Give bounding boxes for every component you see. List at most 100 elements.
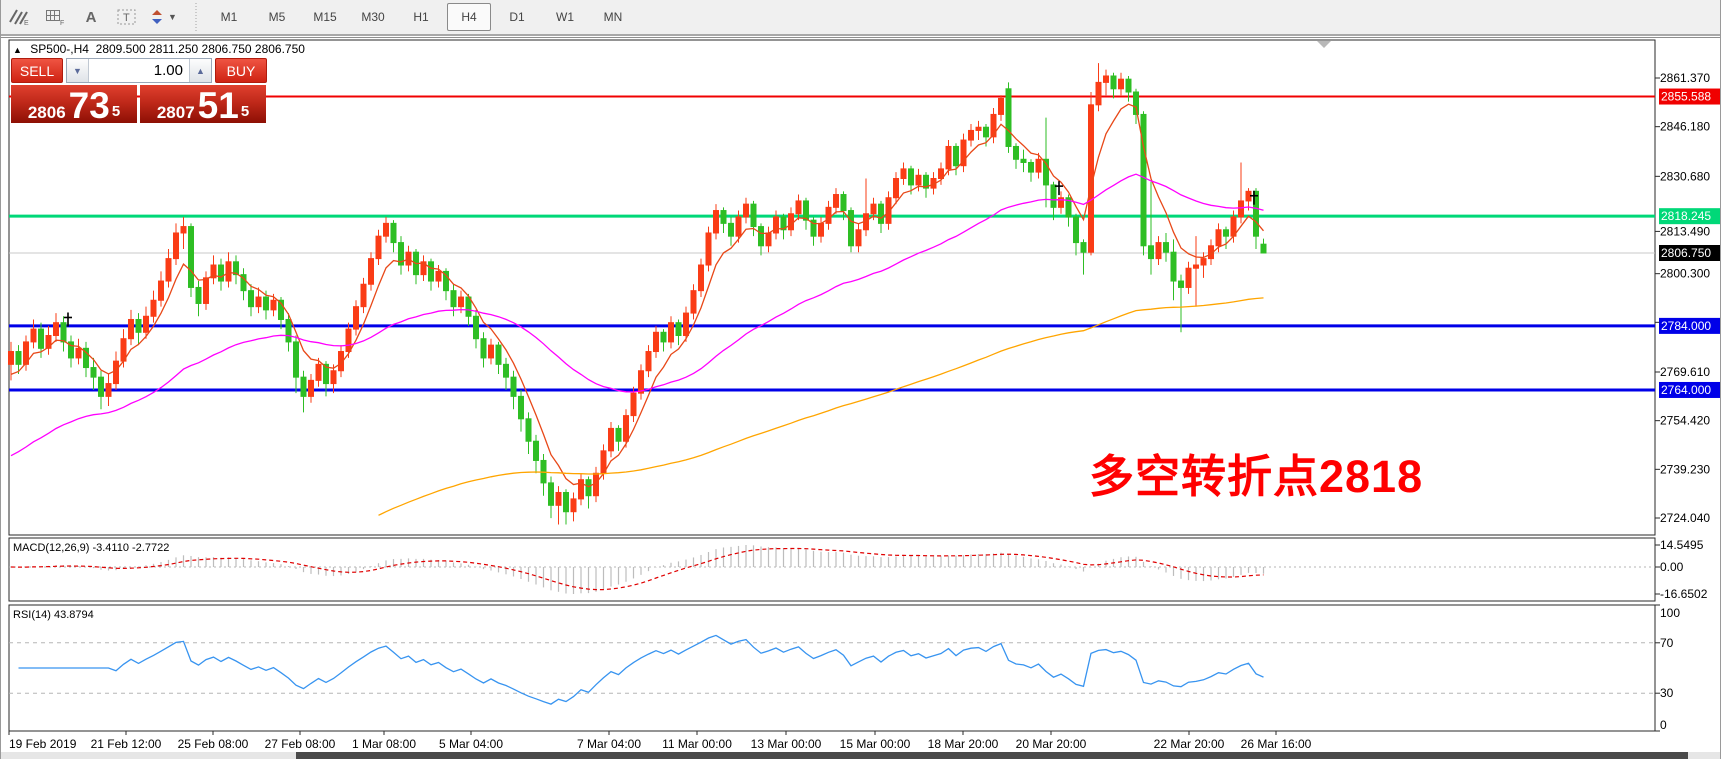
candle	[474, 316, 479, 338]
svg-text:2764.000: 2764.000	[1661, 383, 1711, 397]
candle	[661, 332, 666, 342]
candle	[526, 419, 531, 441]
svg-text:2846.180: 2846.180	[1660, 120, 1710, 134]
volume-decrease-button[interactable]: ▼	[67, 59, 89, 82]
svg-text:2813.490: 2813.490	[1660, 224, 1710, 238]
svg-text:20 Mar 20:00: 20 Mar 20:00	[1016, 737, 1087, 751]
candle	[534, 441, 539, 460]
candle	[969, 130, 974, 140]
candle	[1126, 79, 1131, 92]
candle	[136, 319, 141, 332]
candle	[1021, 159, 1026, 162]
sell-button[interactable]: SELL	[11, 58, 63, 83]
candle	[91, 368, 96, 378]
candle	[354, 307, 359, 329]
pane-frames	[1, 38, 1721, 732]
candle	[819, 223, 824, 236]
svg-text:2784.000: 2784.000	[1661, 319, 1711, 333]
candle	[774, 217, 779, 233]
volume-input[interactable]	[89, 59, 189, 82]
buy-price-display[interactable]: 2807 51 5	[140, 85, 266, 123]
candle	[571, 499, 576, 512]
candle	[946, 146, 951, 168]
chart-title: ▲ SP500-,H4 2809.500 2811.250 2806.750 2…	[13, 42, 305, 56]
svg-text:11 Mar 00:00: 11 Mar 00:00	[662, 737, 732, 751]
horizontal-lines	[9, 97, 1655, 390]
collapse-triangle-icon[interactable]: ▲	[13, 45, 22, 55]
candle	[714, 211, 719, 233]
candle	[759, 227, 764, 246]
candle	[624, 416, 629, 442]
macd-indicator: MACD(12,26,9) -3.4110 -2.7722	[9, 542, 1655, 594]
candle	[54, 323, 59, 336]
candle	[196, 287, 201, 303]
candle	[796, 201, 801, 214]
candle	[369, 259, 374, 285]
sell-price-small: 2806	[28, 104, 66, 121]
candle	[76, 348, 81, 358]
candle	[841, 195, 846, 211]
candle	[1006, 89, 1011, 147]
svg-text:5 Mar 04:00: 5 Mar 04:00	[439, 737, 503, 751]
svg-text:2806.750: 2806.750	[1661, 246, 1711, 260]
chart-shift-marker-icon	[1317, 41, 1331, 48]
candle	[99, 377, 104, 396]
svg-text:22 Mar 20:00: 22 Mar 20:00	[1154, 737, 1225, 751]
buy-price-big: 51	[198, 91, 239, 121]
svg-text:13 Mar 00:00: 13 Mar 00:00	[751, 737, 822, 751]
svg-text:0: 0	[1660, 718, 1667, 732]
svg-text:15 Mar 00:00: 15 Mar 00:00	[840, 737, 911, 751]
candle	[316, 364, 321, 380]
candle	[1164, 243, 1169, 253]
sell-price-sup: 5	[112, 103, 120, 120]
h-scrollbar-thumb[interactable]	[296, 752, 1688, 759]
buy-button[interactable]: BUY	[215, 58, 267, 83]
svg-text:18 Mar 20:00: 18 Mar 20:00	[928, 737, 999, 751]
sell-price-display[interactable]: 2806 73 5	[11, 85, 137, 123]
svg-text:-16.6502: -16.6502	[1660, 587, 1708, 601]
candle	[519, 396, 524, 418]
candle	[1156, 243, 1161, 259]
candle	[1029, 162, 1034, 172]
candle	[1179, 281, 1184, 287]
candle	[856, 230, 861, 246]
candle	[144, 316, 149, 332]
buy-price-sup: 5	[241, 103, 249, 120]
svg-text:2724.040: 2724.040	[1660, 511, 1710, 525]
candle	[556, 492, 561, 505]
candle	[436, 271, 441, 281]
candle	[309, 380, 314, 396]
candle	[1186, 268, 1191, 287]
volume-increase-button[interactable]: ▲	[189, 59, 211, 82]
buy-price-small: 2807	[157, 104, 195, 121]
candle	[549, 483, 554, 505]
candle	[1224, 230, 1229, 236]
svg-text:25 Feb 08:00: 25 Feb 08:00	[178, 737, 249, 751]
candle	[1111, 76, 1116, 89]
svg-text:2739.230: 2739.230	[1660, 462, 1710, 476]
svg-text:7 Mar 04:00: 7 Mar 04:00	[577, 737, 641, 751]
candle	[219, 265, 224, 281]
candle	[1149, 246, 1154, 259]
candle	[564, 492, 569, 511]
svg-text:2855.588: 2855.588	[1661, 90, 1711, 104]
candle	[826, 207, 831, 223]
candle	[729, 223, 734, 236]
candle	[181, 227, 186, 233]
candle	[1014, 146, 1019, 159]
svg-text:26 Mar 16:00: 26 Mar 16:00	[1241, 737, 1312, 751]
candle	[954, 146, 959, 165]
candle	[129, 319, 134, 338]
candle	[616, 428, 621, 441]
candle	[429, 262, 434, 281]
svg-text:100: 100	[1660, 606, 1680, 620]
candle	[676, 323, 681, 336]
volume-stepper: ▼ ▲	[66, 58, 212, 83]
candle	[249, 291, 254, 307]
candle	[901, 169, 906, 179]
svg-text:1 Mar 08:00: 1 Mar 08:00	[352, 737, 416, 751]
svg-text:2800.300: 2800.300	[1660, 267, 1710, 281]
candle	[264, 297, 269, 310]
candle	[631, 393, 636, 415]
candle	[489, 345, 494, 358]
